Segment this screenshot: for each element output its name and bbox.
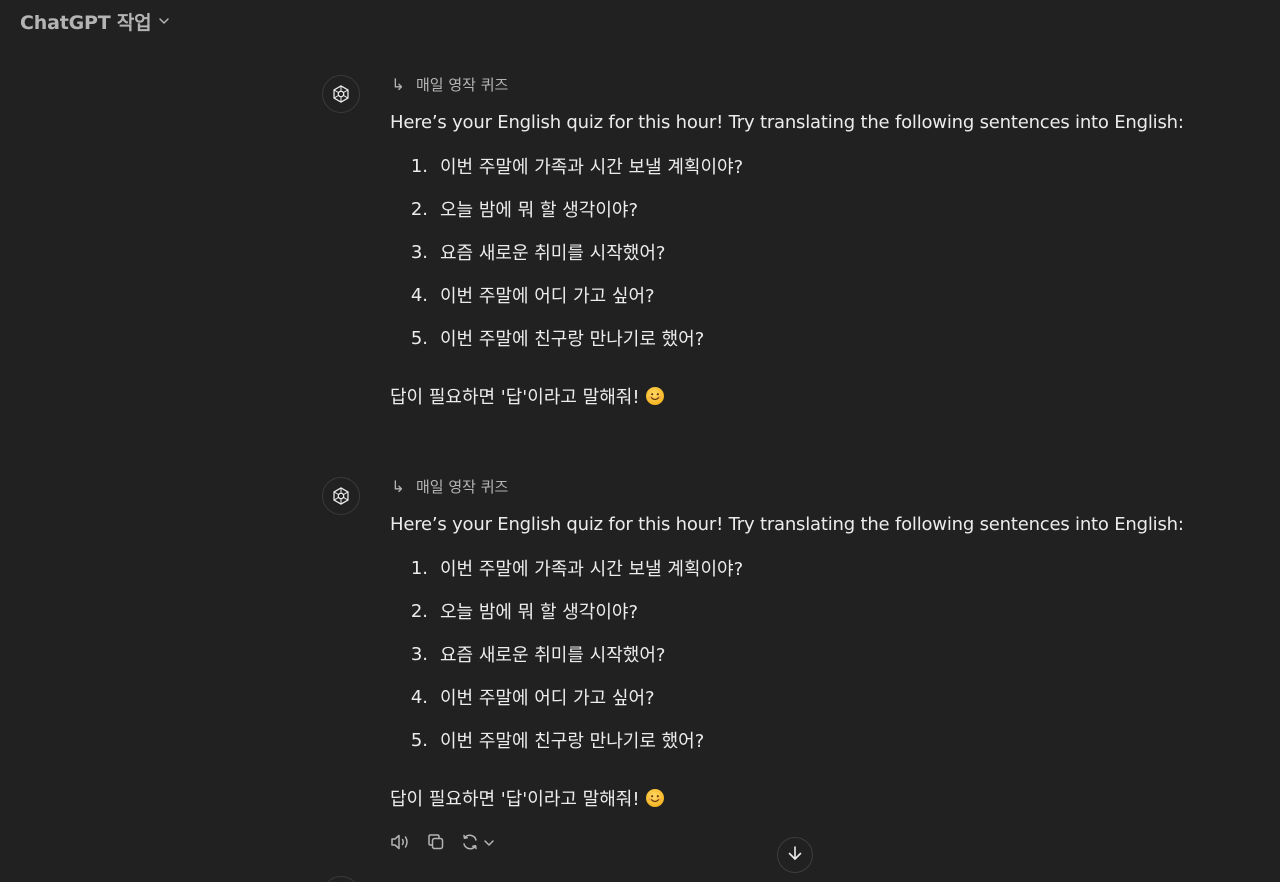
intro-text: Here’s your English quiz for this hour! … <box>390 514 1184 535</box>
item-text: 이번 주말에 친구랑 만나기로 했어? <box>440 329 705 350</box>
arrow-down-icon <box>786 844 804 866</box>
item-number: 1. <box>410 557 428 579</box>
item-text: 요즘 새로운 취미를 시작했어? <box>440 243 666 264</box>
return-arrow-icon: ↳ <box>391 74 405 94</box>
footer-text: 답이 필요하면 '답'이라고 말해줘! <box>390 387 640 408</box>
task-label: 매일 영작 퀴즈 <box>416 477 509 496</box>
copy-button[interactable] <box>426 832 446 856</box>
speaker-icon <box>390 832 412 856</box>
header-title: ChatGPT 작업 <box>20 11 152 34</box>
chevron-down-icon <box>157 14 171 28</box>
item-text: 이번 주말에 가족과 시간 보낼 계획이야? <box>440 559 744 580</box>
item-text: 요즘 새로운 취미를 시작했어? <box>440 645 666 666</box>
item-text: 이번 주말에 어디 가고 싶어? <box>440 286 655 307</box>
model-selector[interactable]: ChatGPT 작업 <box>20 8 171 34</box>
item-number: 3. <box>410 241 428 263</box>
task-reference[interactable]: ↳ 매일 영작 퀴즈 <box>390 74 1190 94</box>
intro-text: Here’s your English quiz for this hour! … <box>390 112 1184 133</box>
list-item: 5. 이번 주말에 친구랑 만나기로 했어? <box>390 326 1190 351</box>
item-text: 이번 주말에 가족과 시간 보낼 계획이야? <box>440 157 744 178</box>
chevron-down-icon <box>482 835 496 854</box>
footer-text-line: 답이 필요하면 '답'이라고 말해줘! <box>390 786 1190 810</box>
list-item: 3. 요즘 새로운 취미를 시작했어? <box>390 642 1190 667</box>
list-item: 2. 오늘 밤에 뭐 할 생각이야? <box>390 599 1190 624</box>
footer-text: 답이 필요하면 '답'이라고 말해줘! <box>390 789 640 810</box>
list-item: 3. 요즘 새로운 취미를 시작했어? <box>390 240 1190 265</box>
item-number: 4. <box>410 686 428 708</box>
list-item: 4. 이번 주말에 어디 가고 싶어? <box>390 283 1190 308</box>
quiz-list: 1. 이번 주말에 가족과 시간 보낼 계획이야? 2. 오늘 밤에 뭐 할 생… <box>390 154 1190 351</box>
item-text: 오늘 밤에 뭐 할 생각이야? <box>440 602 639 623</box>
return-arrow-icon: ↳ <box>391 476 405 496</box>
list-item: 1. 이번 주말에 가족과 시간 보낼 계획이야? <box>390 154 1190 179</box>
task-reference[interactable]: ↳ 매일 영작 퀴즈 <box>390 476 1190 496</box>
message-content: ↳ 매일 영작 퀴즈 Here’s your English quiz for … <box>390 74 1190 409</box>
next-message-avatar <box>322 876 360 882</box>
openai-logo-icon <box>322 477 360 515</box>
smiling-face-emoji <box>645 789 664 807</box>
item-number: 5. <box>410 327 428 349</box>
regenerate-button[interactable] <box>460 832 496 856</box>
item-text: 이번 주말에 친구랑 만나기로 했어? <box>440 731 705 752</box>
read-aloud-button[interactable] <box>390 832 412 856</box>
list-item: 1. 이번 주말에 가족과 시간 보낼 계획이야? <box>390 556 1190 581</box>
scroll-to-bottom-button[interactable] <box>777 837 813 873</box>
openai-logo-icon <box>322 75 360 113</box>
quiz-list: 1. 이번 주말에 가족과 시간 보낼 계획이야? 2. 오늘 밤에 뭐 할 생… <box>390 556 1190 753</box>
task-label: 매일 영작 퀴즈 <box>416 75 509 94</box>
refresh-icon <box>460 832 480 856</box>
item-number: 5. <box>410 729 428 751</box>
list-item: 2. 오늘 밤에 뭐 할 생각이야? <box>390 197 1190 222</box>
item-text: 이번 주말에 어디 가고 싶어? <box>440 688 655 709</box>
item-text: 오늘 밤에 뭐 할 생각이야? <box>440 200 639 221</box>
list-item: 4. 이번 주말에 어디 가고 싶어? <box>390 685 1190 710</box>
item-number: 2. <box>410 600 428 622</box>
item-number: 4. <box>410 284 428 306</box>
list-item: 5. 이번 주말에 친구랑 만나기로 했어? <box>390 728 1190 753</box>
footer-text-line: 답이 필요하면 '답'이라고 말해줘! <box>390 384 1190 408</box>
item-number: 3. <box>410 643 428 665</box>
smiling-face-emoji <box>645 387 664 405</box>
item-number: 2. <box>410 198 428 220</box>
item-number: 1. <box>410 155 428 177</box>
chat-window: ChatGPT 작업 ↳ 매일 영작 퀴즈 Here’s your Englis… <box>0 0 1280 882</box>
message-actions <box>390 832 496 856</box>
message-content: ↳ 매일 영작 퀴즈 Here’s your English quiz for … <box>390 476 1190 811</box>
copy-icon <box>426 832 446 856</box>
